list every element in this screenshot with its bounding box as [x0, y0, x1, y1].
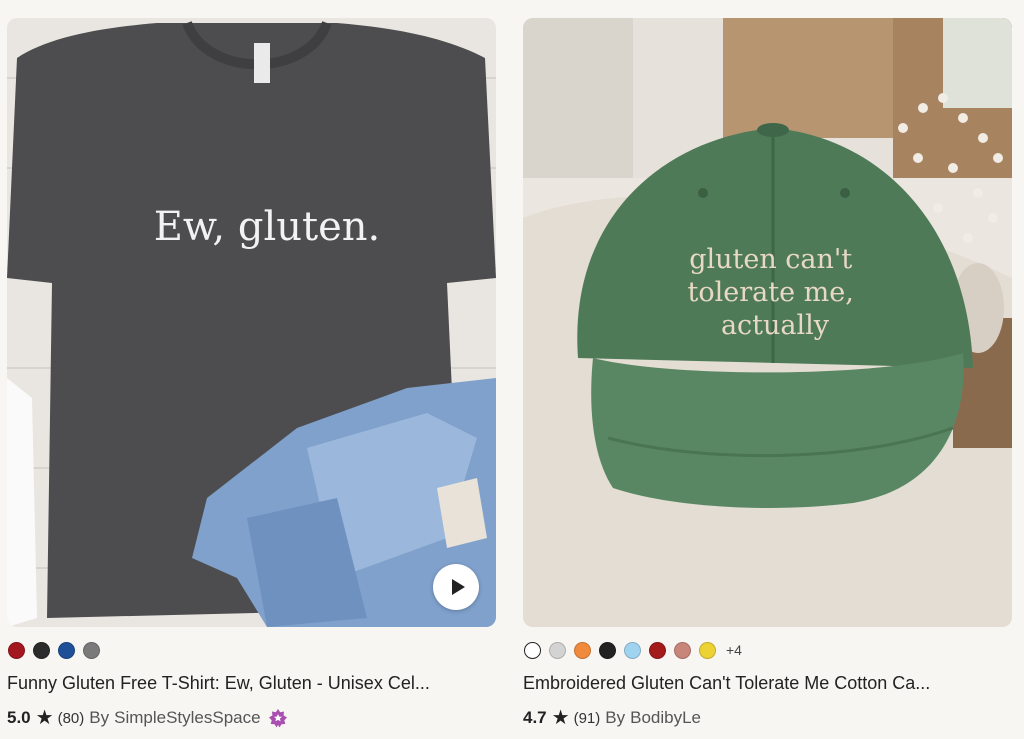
tshirt-print-text: Ew, gluten.: [154, 204, 381, 250]
more-colors-count[interactable]: +4: [726, 642, 742, 658]
color-swatch[interactable]: [574, 641, 591, 659]
product-title[interactable]: Funny Gluten Free T-Shirt: Ew, Gluten - …: [7, 673, 496, 694]
product-card-cap[interactable]: gluten can't tolerate me, actually +4 Em…: [523, 18, 1012, 728]
product-meta: 4.7 ★ (91) By BodibyLe: [523, 708, 701, 728]
product-card-tshirt[interactable]: Ew, gluten. Funny Gluten Free T-Shirt: E…: [7, 18, 496, 728]
color-swatch[interactable]: [649, 641, 666, 659]
color-swatch[interactable]: [599, 641, 616, 659]
shop-by-label: By: [89, 708, 110, 727]
color-swatch[interactable]: [674, 641, 691, 659]
rating-value: 5.0: [7, 708, 31, 727]
product-meta: 5.0 ★ (80) By SimpleStylesSpace: [7, 708, 288, 728]
star-seller-badge-icon: [268, 708, 288, 728]
product-image-cap[interactable]: gluten can't tolerate me, actually: [523, 18, 1012, 627]
shop-by-label: By: [605, 708, 626, 727]
color-swatches: +4: [524, 640, 742, 660]
review-count: (91): [573, 709, 601, 727]
color-swatch[interactable]: [8, 641, 25, 659]
shop-name-link[interactable]: SimpleStylesSpace: [114, 708, 260, 728]
cap-embroidery-line-1: gluten can't: [689, 244, 852, 275]
star-icon: ★: [551, 707, 570, 729]
cap-embroidery-line-2: tolerate me,: [688, 277, 854, 308]
product-title[interactable]: Embroidered Gluten Can't Tolerate Me Cot…: [523, 673, 1012, 694]
rating-value: 4.7: [523, 708, 547, 727]
color-swatch[interactable]: [33, 641, 50, 659]
product-image-tshirt[interactable]: Ew, gluten.: [7, 18, 496, 627]
star-icon: ★: [35, 707, 54, 729]
tshirt-photo: Ew, gluten.: [7, 18, 496, 627]
color-swatch[interactable]: [83, 641, 100, 659]
review-count: (80): [57, 709, 85, 727]
color-swatch[interactable]: [624, 641, 641, 659]
play-icon: [451, 579, 465, 595]
color-swatches: [8, 640, 100, 660]
cap-embroidery-line-3: actually: [721, 310, 830, 341]
color-swatch[interactable]: [524, 641, 541, 659]
color-swatch[interactable]: [699, 641, 716, 659]
cap-photo: gluten can't tolerate me, actually: [523, 18, 1012, 627]
play-video-button[interactable]: [433, 564, 479, 610]
color-swatch[interactable]: [549, 641, 566, 659]
color-swatch[interactable]: [58, 641, 75, 659]
shop-name-link[interactable]: BodibyLe: [630, 708, 701, 728]
